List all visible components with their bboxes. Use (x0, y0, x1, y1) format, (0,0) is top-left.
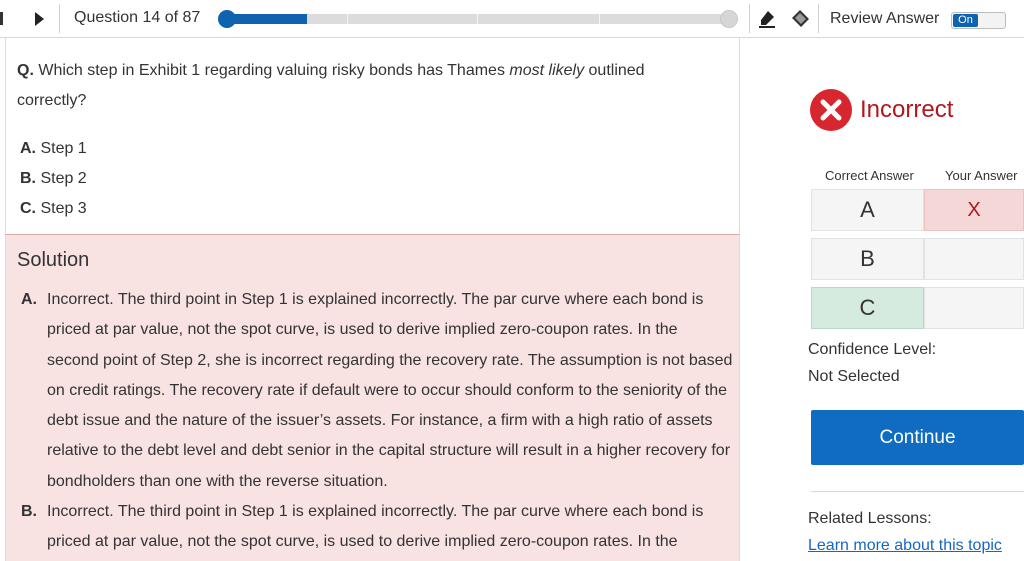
right-panel-divider (811, 491, 1024, 492)
solution-explanation: Incorrect. The third point in Step 1 is … (47, 503, 704, 551)
question-progress-bar[interactable] (218, 10, 738, 28)
result-status: Incorrect (860, 96, 954, 123)
option-letter: C. (20, 200, 36, 217)
option-text: Step 1 (36, 140, 87, 157)
your-answer-header: Your Answer (945, 168, 1018, 183)
incorrect-x-icon (809, 88, 853, 132)
your-answer-cell (924, 287, 1024, 329)
eraser-icon[interactable] (789, 8, 811, 30)
solution-explanation: Incorrect. The third point in Step 1 is … (47, 291, 733, 490)
progress-tick (477, 14, 478, 24)
question-panel: Q. Which step in Exhibit 1 regarding val… (5, 38, 740, 234)
option-letter: B. (20, 170, 36, 187)
related-lessons-label: Related Lessons: (808, 510, 932, 527)
option-text: Step 3 (36, 200, 87, 217)
answer-cell-b: B (811, 238, 924, 280)
top-toolbar: Question 14 of 87 Review Answer On (0, 0, 1024, 38)
question-counter: Question 14 of 87 (74, 9, 201, 26)
review-answer-label: Review Answer (830, 10, 940, 27)
solution-panel: Solution A. Incorrect. The third point i… (5, 234, 740, 561)
progress-end-knob[interactable] (720, 10, 738, 28)
progress-start-knob[interactable] (218, 10, 236, 28)
option-letter: A. (20, 140, 36, 157)
your-answer-mark: X (924, 189, 1024, 231)
question-label: Q. (17, 62, 34, 79)
answer-options: A. Step 1 B. Step 2 C. Step 3 (20, 134, 87, 224)
continue-button[interactable]: Continue (811, 410, 1024, 465)
toggle-on-label: On (953, 14, 978, 27)
answer-cell-c-correct: C (811, 287, 924, 329)
progress-fill (226, 14, 307, 24)
related-lesson-link[interactable]: Learn more about this topic (808, 537, 1002, 555)
progress-track (226, 14, 730, 24)
toolbar-divider (818, 4, 819, 33)
question-text: Q. Which step in Exhibit 1 regarding val… (17, 56, 717, 116)
answer-cell-a: A (811, 189, 924, 231)
your-answer-cell (924, 238, 1024, 280)
answer-option-c[interactable]: C. Step 3 (20, 194, 87, 224)
previous-question-edge-icon[interactable] (0, 12, 3, 25)
play-next-icon[interactable] (28, 8, 50, 30)
toolbar-divider (749, 4, 750, 33)
correct-answer-header: Correct Answer (825, 168, 914, 183)
solution-title: Solution (17, 249, 90, 271)
question-emphasis: most likely (509, 62, 585, 79)
option-text: Step 2 (36, 170, 87, 187)
answer-option-b[interactable]: B. Step 2 (20, 164, 87, 194)
review-answer-toggle[interactable]: On (951, 12, 1006, 29)
solution-item-b: B. Incorrect. The third point in Step 1 … (21, 497, 733, 558)
confidence-value: Not Selected (808, 368, 900, 385)
toolbar-divider (59, 4, 60, 33)
progress-tick (599, 14, 600, 24)
highlighter-icon[interactable] (756, 8, 778, 30)
solution-item-a: A. Incorrect. The third point in Step 1 … (21, 285, 733, 497)
confidence-label: Confidence Level: (808, 341, 937, 358)
progress-tick (347, 14, 348, 24)
question-stem-start: Which step in Exhibit 1 regarding valuin… (33, 62, 510, 79)
answer-option-a[interactable]: A. Step 1 (20, 134, 87, 164)
